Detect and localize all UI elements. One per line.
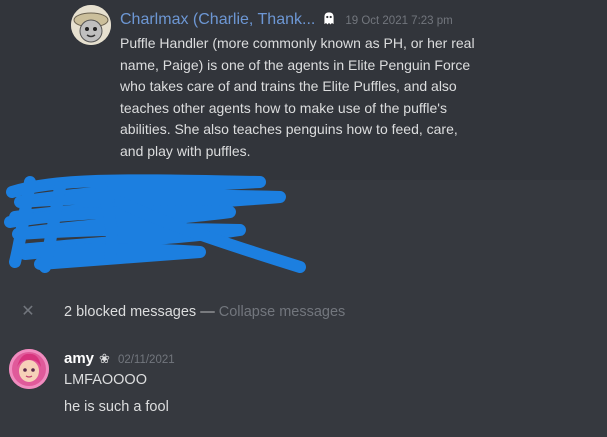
username[interactable]: amy — [64, 350, 94, 367]
message-line: LMFAOOOO — [64, 372, 147, 388]
collapse-messages-link[interactable]: Collapse messages — [219, 304, 346, 320]
message-content: Puffle Handler (more commonly known as P… — [120, 35, 475, 159]
timestamp: 02/11/2021 — [117, 354, 175, 366]
timestamp: 19 Oct 2021 7:23 pm — [345, 15, 453, 27]
message-header: Charlmax (Charlie, Thank... 19 Oct 2021 … — [120, 8, 453, 28]
message-charlmax: Charlmax (Charlie, Thank... 19 Oct 2021 … — [0, 0, 607, 180]
separator: — — [200, 304, 215, 320]
message-line: he is such a fool — [64, 399, 169, 415]
avatar[interactable] — [9, 349, 49, 389]
avatar[interactable] — [71, 5, 111, 45]
blocked-label: 2 blocked messages — Collapse messages — [64, 304, 345, 320]
username[interactable]: Charlmax (Charlie, Thank... — [120, 11, 315, 29]
ghost-icon — [321, 10, 337, 26]
close-icon[interactable]: ✕ — [20, 304, 36, 320]
flower-icon: ❀ — [99, 351, 110, 366]
blocked-messages-bar: ✕ 2 blocked messages — Collapse messages — [0, 298, 607, 328]
message-header: amy ❀ 02/11/2021 — [64, 350, 175, 370]
redaction-scribble — [4, 174, 306, 273]
blocked-count-text: 2 blocked messages — [64, 304, 197, 320]
